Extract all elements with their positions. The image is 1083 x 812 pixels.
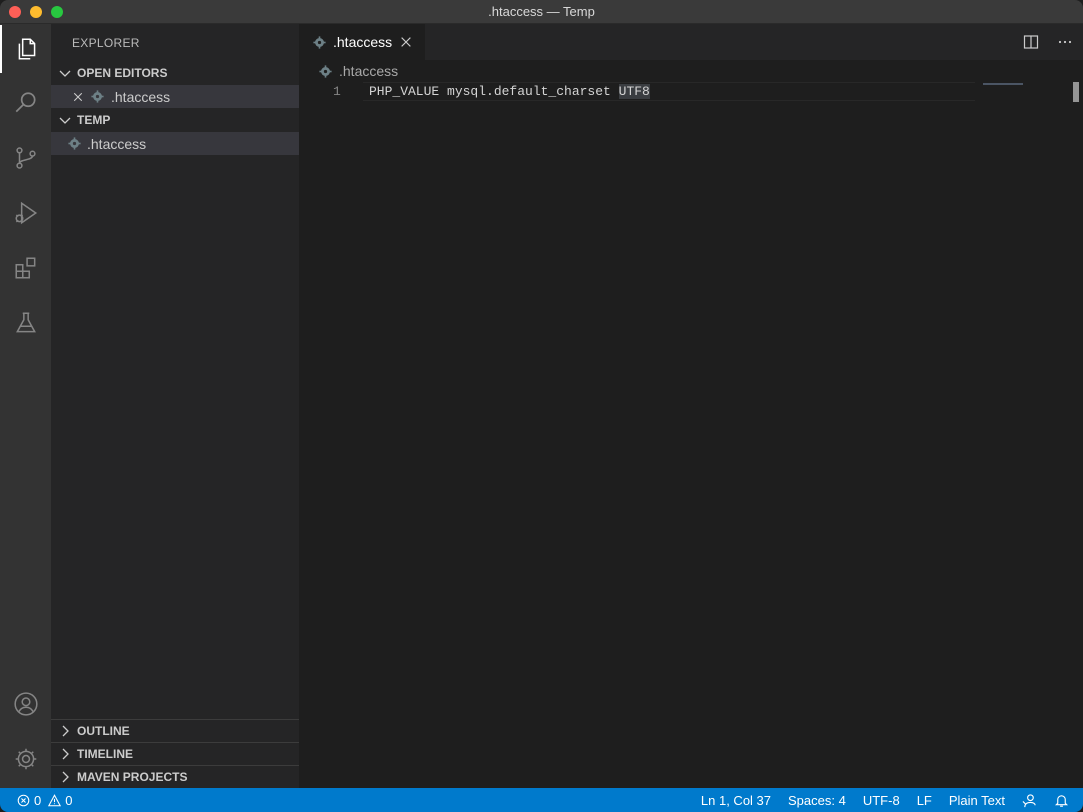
chevron-right-icon — [62, 771, 69, 783]
breadcrumb[interactable]: .htaccess — [299, 60, 1083, 82]
language-mode[interactable]: Plain Text — [949, 793, 1005, 808]
cursor-position[interactable]: Ln 1, Col 37 — [701, 793, 771, 808]
file-item-label: .htaccess — [87, 135, 147, 152]
line-number: 1 — [333, 84, 341, 99]
end-of-line[interactable]: LF — [917, 793, 932, 808]
sidebar-header: EXPLORER — [72, 35, 140, 50]
scrollbar-thumb[interactable] — [1073, 82, 1079, 102]
gear-file-icon — [313, 35, 326, 49]
temp-folder-section-header[interactable]: TEMP — [51, 108, 299, 132]
gear-file-icon — [68, 137, 81, 150]
open-editor-label: .htaccess — [111, 88, 171, 105]
file-item-htaccess[interactable]: .htaccess — [51, 132, 299, 155]
gear-file-icon — [319, 64, 332, 78]
open-editors-title: OPEN EDITORS — [77, 66, 168, 80]
timeline-title: TIMELINE — [77, 747, 133, 761]
indentation[interactable]: Spaces: 4 — [788, 793, 846, 808]
explorer-button[interactable] — [0, 25, 51, 73]
testing-flask-icon — [15, 312, 36, 333]
manage-gear-icon — [15, 748, 36, 770]
tab-htaccess[interactable]: .htaccess — [299, 24, 425, 60]
chevron-down-icon — [59, 117, 71, 124]
files-icon — [18, 38, 35, 60]
search-icon — [15, 92, 36, 113]
close-window-button[interactable] — [9, 6, 21, 18]
tab-label: .htaccess — [333, 34, 393, 50]
timeline-section-header[interactable]: TIMELINE — [51, 742, 299, 765]
temp-folder-title: TEMP — [77, 113, 111, 127]
breadcrumb-file: .htaccess — [339, 63, 399, 79]
gear-file-icon — [91, 90, 104, 103]
zoom-window-button[interactable] — [51, 6, 63, 18]
manage-button[interactable] — [0, 735, 51, 783]
line-text[interactable]: PHP_VALUE mysql.default_charset UTF8 — [363, 84, 650, 99]
outline-title: OUTLINE — [77, 724, 130, 738]
search-button[interactable] — [0, 79, 51, 127]
status-right: Ln 1, Col 37 Spaces: 4 UTF-8 LF Plain Te… — [701, 793, 1083, 808]
window-title: .htaccess — Temp — [488, 4, 595, 19]
warning-icon — [48, 793, 62, 806]
collapsed-sections: OUTLINE TIMELINE MAVEN PROJECTS — [51, 719, 299, 788]
testing-button[interactable] — [0, 299, 51, 347]
split-editor-icon[interactable] — [1023, 34, 1039, 50]
more-actions-icon[interactable] — [1057, 34, 1073, 50]
selected-text: UTF8 — [618, 84, 650, 99]
code-line[interactable]: 1 PHP_VALUE mysql.default_charset UTF8 — [299, 82, 1083, 101]
run-debug-icon — [14, 201, 37, 225]
problems-indicator[interactable]: 0 0 — [0, 793, 72, 808]
extensions-icon — [14, 257, 35, 279]
activity-bar — [0, 24, 51, 788]
title-bar: .htaccess — Temp — [0, 0, 1083, 24]
vscode-window: .htaccess — Temp EXPLORER OPEN EDITORS .… — [0, 0, 1083, 812]
source-control-icon — [15, 147, 36, 169]
error-icon — [17, 794, 30, 806]
feedback-icon[interactable] — [1022, 793, 1037, 808]
bell-icon[interactable] — [1054, 793, 1069, 808]
minimize-window-button[interactable] — [30, 6, 42, 18]
status-bar: 0 0 Ln 1, Col 37 Spaces: 4 UTF-8 LF Plai… — [0, 788, 1083, 812]
source-control-button[interactable] — [0, 134, 51, 182]
chevron-right-icon — [62, 748, 69, 760]
extensions-button[interactable] — [0, 244, 51, 292]
encoding[interactable]: UTF-8 — [863, 793, 900, 808]
run-debug-button[interactable] — [0, 189, 51, 237]
account-icon — [13, 692, 38, 716]
error-count: 0 — [34, 792, 42, 808]
explorer-sidebar: EXPLORER OPEN EDITORS .htaccess TEMP .ht… — [51, 24, 299, 788]
editor-area: .htaccess .htaccess 1 PHP_VALUE mysql.de… — [299, 24, 1083, 788]
accounts-button[interactable] — [0, 680, 51, 728]
chevron-right-icon — [62, 725, 69, 737]
chevron-down-icon — [59, 70, 71, 77]
line-text-plain: PHP_VALUE mysql.default_charset — [369, 84, 619, 99]
maven-projects-section-header[interactable]: MAVEN PROJECTS — [51, 765, 299, 788]
maven-projects-title: MAVEN PROJECTS — [77, 770, 188, 784]
close-icon[interactable] — [72, 91, 84, 103]
close-icon[interactable] — [399, 35, 413, 49]
minimap-line — [983, 83, 1023, 85]
outline-section-header[interactable]: OUTLINE — [51, 719, 299, 742]
editor-tabs: .htaccess — [299, 24, 1083, 60]
open-editor-item[interactable]: .htaccess — [51, 85, 299, 108]
warning-count: 0 — [65, 792, 73, 808]
open-editors-section-header[interactable]: OPEN EDITORS — [51, 61, 299, 85]
editor-actions — [1023, 24, 1073, 60]
